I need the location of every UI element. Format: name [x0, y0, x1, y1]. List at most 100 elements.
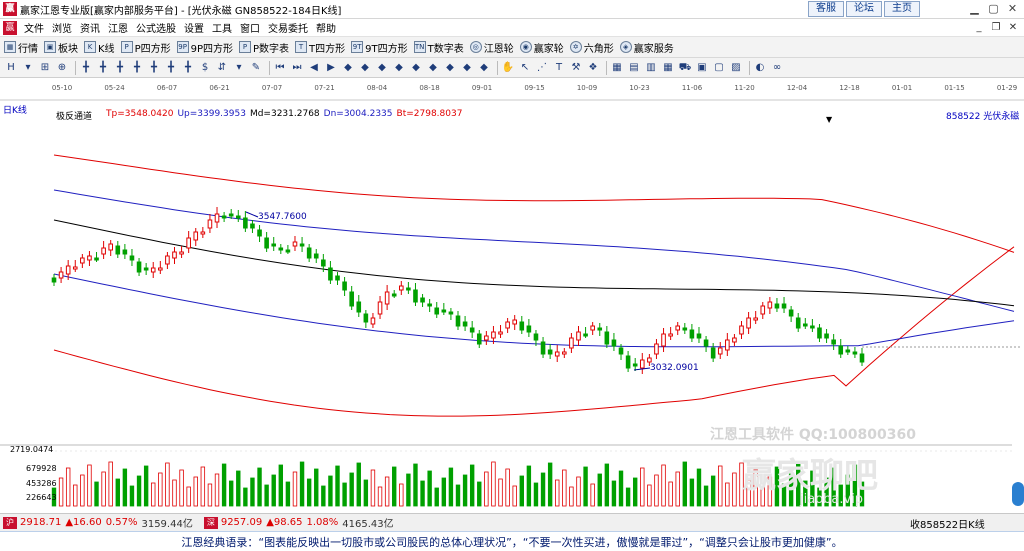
menu-file[interactable]: 文件 [20, 20, 48, 35]
candle-body [519, 321, 525, 331]
toolbar-button-5[interactable]: P P数字表 [239, 40, 289, 55]
play-icon[interactable]: ▶ [324, 61, 338, 75]
index-sz[interactable]: 深 9257.09 ▲98.65 1.08% 4165.43亿 [201, 515, 394, 530]
hand-icon[interactable]: ✋ [501, 61, 515, 75]
volume-bar [264, 484, 269, 507]
candle-body [235, 215, 241, 219]
candle-4-icon[interactable]: ╋ [130, 61, 144, 75]
minimize-icon[interactable]: ▁ [967, 1, 982, 16]
menu-tools[interactable]: 工具 [208, 20, 236, 35]
candle-7-icon[interactable]: ╋ [181, 61, 195, 75]
menu-news[interactable]: 资讯 [76, 20, 104, 35]
shape-icon[interactable]: ❖ [586, 61, 600, 75]
infinity-icon[interactable]: ∞ [770, 61, 784, 75]
menu-gann[interactable]: 江恩 [104, 20, 132, 35]
candle-3-icon[interactable]: ╋ [113, 61, 127, 75]
menu-trade[interactable]: 交易委托 [264, 20, 312, 35]
chart-dropdown-icon[interactable]: ▼ [826, 115, 832, 124]
volume-bar [384, 476, 390, 507]
toolbar-button-2[interactable]: K K线 [84, 40, 115, 55]
diamond-icon[interactable]: ◆ [341, 61, 355, 75]
menu-settings[interactable]: 设置 [180, 20, 208, 35]
chart-type-icon[interactable]: ⊞ [38, 61, 52, 75]
cursor-icon[interactable]: ↖ [518, 61, 532, 75]
date-tick-label: 12-04 [787, 84, 808, 92]
menu-window[interactable]: 窗口 [236, 20, 264, 35]
menu-formula-screener[interactable]: 公式选股 [132, 20, 180, 35]
toolbar-button-9[interactable]: ◎ 江恩轮 [469, 40, 514, 55]
toolbar-button-0[interactable]: ▦ 行情 [4, 40, 38, 55]
toolbar-button-3[interactable]: P P四方形 [120, 40, 171, 55]
text-icon[interactable]: T [552, 61, 566, 75]
forum-link[interactable]: 论坛 [846, 1, 882, 17]
scroll-thumb[interactable] [1012, 482, 1024, 506]
calendar-icon[interactable]: ▦ [610, 61, 624, 75]
period-icon[interactable]: H [4, 61, 18, 75]
volume-bar [647, 484, 652, 507]
toolbar-button-12[interactable]: ◈ 赢家服务 [619, 40, 674, 55]
candle-5-icon[interactable]: ╋ [147, 61, 161, 75]
menu-help[interactable]: 帮助 [312, 20, 340, 35]
draw-icon[interactable]: ✎ [249, 61, 263, 75]
date-tick-label: 06-07 [157, 84, 177, 92]
diamond-3-icon[interactable]: ◆ [375, 61, 389, 75]
candle-6-icon[interactable]: ╋ [164, 61, 178, 75]
trend-icon[interactable]: ⋰ [535, 61, 549, 75]
diamond-9-icon[interactable]: ◆ [477, 61, 491, 75]
index-sh[interactable]: 沪 2918.71 ▲16.60 0.57% 3159.44亿 [0, 515, 193, 530]
toolbar-button-label: P四方形 [134, 43, 171, 55]
candle-icon[interactable]: ╋ [79, 61, 93, 75]
dollar-icon[interactable]: $ [198, 61, 212, 75]
diamond-8-icon[interactable]: ◆ [460, 61, 474, 75]
candle-body [65, 265, 71, 275]
diamond-2-icon[interactable]: ◆ [358, 61, 372, 75]
window-icon[interactable]: ▤ [627, 61, 641, 75]
zoom-icon[interactable]: ⊕ [55, 61, 69, 75]
volume-bar [718, 465, 723, 507]
maximize-icon[interactable]: ▢ [986, 1, 1001, 16]
home-link[interactable]: 主页 [884, 1, 920, 17]
color-icon[interactable]: ◐ [753, 61, 767, 75]
toolbar-button-4[interactable]: 9P 9P四方形 [176, 40, 233, 55]
car-icon[interactable]: ⛟ [678, 61, 692, 75]
date-tick-label: 01-01 [892, 84, 912, 92]
diamond-4-icon[interactable]: ◆ [392, 61, 406, 75]
prev-icon[interactable]: ◀ [307, 61, 321, 75]
candle-body [285, 249, 291, 253]
child-minimize-icon[interactable]: _ [972, 21, 986, 35]
volume-bar [285, 481, 291, 507]
layout-2-icon[interactable]: ▢ [712, 61, 726, 75]
tool-icon[interactable]: ⚒ [569, 61, 583, 75]
next-icon[interactable]: ⏭ [290, 61, 304, 75]
candle-body [739, 325, 744, 335]
toolbar-button-7[interactable]: 9T 9T四方形 [351, 40, 408, 55]
dropdown-2-icon[interactable]: ▾ [232, 61, 246, 75]
layout-3-icon[interactable]: ▨ [729, 61, 743, 75]
menu-browse[interactable]: 浏览 [48, 20, 76, 35]
first-icon[interactable]: ⏮ [273, 61, 287, 75]
volume-bar [377, 486, 383, 507]
service-link[interactable]: 客服 [808, 1, 844, 17]
diamond-5-icon[interactable]: ◆ [409, 61, 423, 75]
diamond-6-icon[interactable]: ◆ [426, 61, 440, 75]
diamond-7-icon[interactable]: ◆ [443, 61, 457, 75]
child-close-icon[interactable]: ✕ [1006, 21, 1020, 35]
candle-body [328, 267, 333, 281]
arrow-icon[interactable]: ⇵ [215, 61, 229, 75]
candle-body [767, 301, 773, 309]
date-tick-label: 01-15 [944, 84, 964, 92]
volume-bar [469, 464, 475, 507]
dropdown-icon[interactable]: ▾ [21, 61, 35, 75]
close-icon[interactable]: ✕ [1005, 1, 1020, 16]
chart-area[interactable]: 05-10 05-24 06-07 06-21 07-07 07-21 08-04 08-18… [0, 78, 1024, 513]
toolbar-button-10[interactable]: ◉ 赢家轮 [519, 40, 564, 55]
grid-2-icon[interactable]: ▦ [661, 61, 675, 75]
toolbar-button-11[interactable]: ✡ 六角形 [569, 40, 614, 55]
child-restore-icon[interactable]: ❐ [989, 21, 1003, 35]
toolbar-button-1[interactable]: ▣ 板块 [44, 40, 78, 55]
toolbar-button-6[interactable]: T T四方形 [295, 40, 345, 55]
toolbar-button-8[interactable]: TN T数字表 [413, 40, 464, 55]
window-2-icon[interactable]: ▥ [644, 61, 658, 75]
layout-icon[interactable]: ▣ [695, 61, 709, 75]
candle-2-icon[interactable]: ╋ [96, 61, 110, 75]
